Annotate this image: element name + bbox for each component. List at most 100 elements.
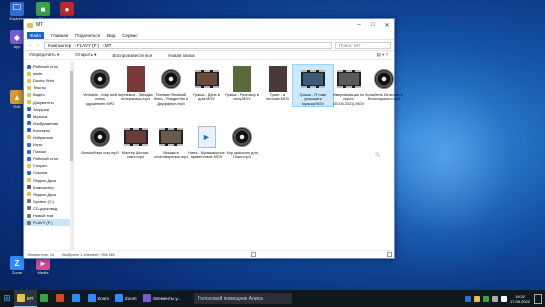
sidebar-item[interactable]: Яндекс.Диск xyxy=(24,177,73,184)
details-view-icon[interactable] xyxy=(251,252,257,257)
sidebar-item-label: Поиски xyxy=(33,149,47,155)
file-name: Verbatim - Мир мой очень одушевлён.MP3 xyxy=(83,93,117,106)
sidebar-item[interactable]: Новый том xyxy=(24,212,73,219)
desktop-icon[interactable]: ► Media xyxy=(30,256,56,286)
taskbar-buttons: MT Zoom Zoom Элементы у... xyxy=(14,290,184,307)
maximize-button[interactable]: □ xyxy=(366,19,380,31)
assistant-input[interactable]: Голосовой помощник Алиса xyxy=(193,293,292,304)
sidebar-item[interactable]: Контакты xyxy=(24,127,73,134)
command-button[interactable]: Воспроизвести все xyxy=(112,53,152,58)
file-item[interactable]: Колыбель Из вилки в Вологодского.mp3 xyxy=(364,65,404,102)
file-item[interactable]: Мастер Шилов-смех.mp4 xyxy=(116,123,156,160)
desktop-icon[interactable]: Z Zoom xyxy=(4,256,30,286)
breadcrumb-item[interactable]: › FLAVY (F:) xyxy=(74,43,99,48)
window-title: MT xyxy=(36,22,44,28)
sidebar-item[interactable]: Игры xyxy=(24,141,73,148)
ribbon-tab[interactable]: Главная xyxy=(51,33,68,38)
sidebar-item[interactable]: Музыка xyxy=(24,113,73,120)
taskbar-app-button[interactable]: Элементы у... xyxy=(140,290,184,307)
sidebar-item[interactable]: Документы xyxy=(24,98,73,105)
ribbon-tab[interactable]: Поделиться xyxy=(75,33,100,38)
sidebar-item[interactable]: Яндекс.Диск xyxy=(24,191,73,198)
minimize-button[interactable]: – xyxy=(352,19,366,31)
file-item[interactable]: Verbatim - Мир мой очень одушевлён.MP3 xyxy=(80,65,120,106)
sidebar-item[interactable]: Поиски xyxy=(24,148,73,155)
taskbar-app-button[interactable] xyxy=(53,290,69,307)
breadcrumb-item[interactable]: › MT xyxy=(102,43,111,48)
sidebar-item[interactable]: Рабочий стол xyxy=(24,155,73,162)
sidebar-item[interactable]: Рабочий стол xyxy=(24,63,73,70)
tray-icon[interactable] xyxy=(473,295,480,302)
file-item[interactable]: Импровизация по порох (30.06.2021).MOV xyxy=(329,65,369,106)
taskbar-app-button[interactable]: Zoom xyxy=(112,290,140,307)
taskbar-app-button[interactable] xyxy=(37,290,53,307)
window-titlebar[interactable]: MT – □ ✕ xyxy=(24,19,394,31)
notifications-icon[interactable] xyxy=(534,293,542,304)
explorer-window[interactable]: MT – □ ✕ Файл Главная Поделиться Вид Сервис … xyxy=(23,18,403,259)
sidebar-item-label: Яндекс.Диск xyxy=(33,191,57,197)
folder-icon xyxy=(27,185,31,190)
sidebar-item[interactable]: Тексты xyxy=(24,84,73,91)
clock[interactable]: 19:32 17.06.2022 xyxy=(510,294,530,304)
taskbar-button-label: Элементы у... xyxy=(152,295,181,301)
tray-icon[interactable] xyxy=(491,295,498,302)
ribbon-tab[interactable]: Сервис xyxy=(122,33,137,38)
taskbar-app-button[interactable]: MT xyxy=(14,290,37,307)
sidebar-item[interactable]: dada xyxy=(24,70,73,77)
folder-icon xyxy=(27,170,31,175)
ribbon-tab[interactable]: Вид xyxy=(107,33,115,38)
tray-icon[interactable] xyxy=(464,295,471,302)
taskbar-app-button[interactable] xyxy=(69,290,85,307)
sidebar-item[interactable]: Загрузки xyxy=(24,106,73,113)
file-item[interactable]: вернёмся - Загадка потерялась.mp4 xyxy=(116,65,156,102)
video-frame xyxy=(125,130,146,143)
close-button[interactable]: ✕ xyxy=(380,19,394,31)
sidebar-item[interactable]: CD-дисковод xyxy=(24,205,73,212)
tray-icon[interactable] xyxy=(482,295,489,302)
search-input[interactable]: Поиск: MT xyxy=(335,41,391,49)
file-item[interactable]: Граша - День в дом.MOV xyxy=(187,65,227,102)
sidebar-item[interactable]: Компьютер xyxy=(24,184,73,191)
sidebar-item[interactable]: FLAVY (F:) xyxy=(24,219,73,227)
tiles-view-icon[interactable] xyxy=(386,252,392,257)
sidebar-item[interactable]: Сохран. xyxy=(24,162,73,169)
file-thumbnail xyxy=(230,123,254,150)
ribbon-tab[interactable]: Файл xyxy=(27,31,45,39)
file-name: Колыбель Из вилки в Вологодского.mp3 xyxy=(365,93,403,102)
address-bar[interactable]: Компьютер › FLAVY (F:) › MT xyxy=(44,41,332,49)
file-item[interactable]: Граша - Я тоже услышать музыку.MOV xyxy=(292,64,334,107)
taskbar-app-button[interactable]: Zoom xyxy=(85,290,113,307)
file-item[interactable]: Пингвин Великий блюз - Рождество и Дауфф… xyxy=(151,65,191,106)
desktop-icon-label: Edit xyxy=(13,104,21,109)
sidebar-item-label: CD-дисковод xyxy=(33,205,58,211)
folder-icon xyxy=(27,85,31,90)
tray-icon[interactable] xyxy=(500,295,507,302)
sidebar-item[interactable]: Изображения xyxy=(24,120,73,127)
file-item[interactable]: Хор красочно для Гоши.mp3 xyxy=(222,123,262,160)
breadcrumb-item[interactable]: Компьютер xyxy=(48,43,71,48)
sidebar-item[interactable]: Избранное xyxy=(24,134,73,141)
sidebar-item[interactable]: Видео xyxy=(24,91,73,98)
folder-icon xyxy=(27,220,31,225)
command-button[interactable]: Упорядочить ▾ xyxy=(29,52,59,58)
sidebar-scrollbar-thumb[interactable] xyxy=(70,71,73,161)
view-options-icon[interactable]: ▤ ▾ ? xyxy=(376,52,388,58)
sidebar-item[interactable]: Doctor Web xyxy=(24,77,73,84)
file-item[interactable]: Волшебные сны.mp3 xyxy=(80,123,120,155)
file-item[interactable]: Граша - Разговор в лесу.MOV xyxy=(222,65,262,102)
command-button[interactable]: Новая папка xyxy=(168,53,194,58)
file-thumbnail xyxy=(266,65,290,92)
file-item[interactable]: Грант - в лесочке.MOV xyxy=(258,65,298,102)
sidebar-item[interactable]: System (C:) xyxy=(24,198,73,205)
command-button[interactable]: Открыть ▾ xyxy=(75,52,96,58)
sidebar-item[interactable]: Ссылки xyxy=(24,169,73,176)
start-button[interactable]: ⊞ xyxy=(0,290,14,307)
back-arrow-icon[interactable]: ← xyxy=(27,42,34,48)
taskbar-button-label: Zoom xyxy=(125,295,137,301)
file-item[interactable]: Мишка в стихотворении.mp4 xyxy=(151,123,191,160)
forward-arrow-icon[interactable]: → xyxy=(34,42,41,48)
file-item[interactable]: ► Нина - Музыкальное приветствие.MOV xyxy=(187,123,227,160)
folder-icon xyxy=(27,22,33,28)
sidebar-item-label: Изображения xyxy=(33,120,59,126)
file-thumbnail xyxy=(336,65,361,92)
